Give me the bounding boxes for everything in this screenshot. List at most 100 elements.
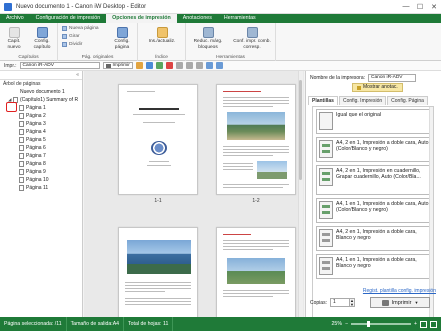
close-icon[interactable]: ✕ [427,0,441,14]
toolbar-print-button[interactable]: Imprimir [102,62,133,69]
split-button[interactable]: Dividir [62,42,82,47]
tab-annotations[interactable]: Anotaciones [177,14,218,23]
highlight-marker [6,102,17,112]
template-item[interactable]: A4, 1 en 1, Impresión a doble cara, Blan… [316,254,432,279]
copies-input[interactable]: 1 [329,298,350,307]
tab-print-config[interactable]: Config. Impresión [338,96,387,105]
zoom-slider-knob[interactable] [366,321,370,327]
page-thumbnail-1[interactable] [118,84,198,195]
undo-icon[interactable] [155,62,163,69]
page-icon [19,145,24,151]
tree-page[interactable]: Página 7 [0,152,82,160]
tree-document[interactable]: Nuevo documento 1 [0,88,82,96]
show-annotations-button[interactable]: Mostrar anotac. [352,83,403,92]
rotate-button[interactable]: Girar [62,34,80,39]
page-icon [19,161,24,167]
ribbon: Capít. nuevo Config. capítulo Capítulos … [0,23,441,61]
tree-page[interactable]: Página 11 [0,184,82,192]
ocean-photo [127,240,191,274]
status-selected-page: Página seleccionada: /11 [0,317,67,331]
fit-width-icon[interactable] [430,320,437,328]
mail-merge-button[interactable]: Conf. impr. comb. corresp. [230,27,274,50]
page-label-2: 1-2 [252,198,260,204]
page-icon [19,129,24,135]
status-output-size: Tamaño de salida:A4 [67,317,125,331]
preview-scroll-thumb[interactable] [299,80,302,180]
paste-icon[interactable] [195,62,203,69]
template-item[interactable]: A4, 1 en 1, Impresión a doble cara, Auto… [316,198,432,223]
view-icon[interactable] [205,62,213,69]
toolbar-printer-select[interactable]: Canon iR-ADV [19,62,100,69]
group-tools: Reduc. márg. bloqueos Conf. impr. comb. … [186,23,276,61]
printer-name-select[interactable]: Canon iR-ADV [368,74,417,82]
maximize-icon[interactable]: ☐ [413,0,427,14]
tab-print-settings[interactable]: Configuración de impresión [30,14,106,23]
rotate-icon [62,34,67,39]
insert-index-button[interactable]: Ins./actualiz. [144,27,180,45]
tree-page[interactable]: Página 2 [0,112,82,120]
tab-templates[interactable]: Plantillas [308,96,338,105]
chapter-settings-button[interactable]: Config. capítulo [28,27,56,50]
page-icon [19,169,24,175]
group-chapters: Capít. nuevo Config. capítulo Capítulos [0,23,58,61]
collapse-icon[interactable]: « [76,72,79,78]
printer-name-row: Nombre de la impresora: Canon iR-ADV [310,74,417,82]
template-icon [319,112,333,130]
tree-page[interactable]: Página 5 [0,136,82,144]
page-thumbnail-4[interactable] [216,227,296,317]
zoom-out-icon[interactable]: − [345,321,348,327]
copy-icon[interactable] [185,62,193,69]
index-icon [156,27,168,38]
minimize-icon[interactable]: — [399,0,413,14]
page-thumbnail-2[interactable] [216,84,296,195]
tree-page[interactable]: Página 4 [0,128,82,136]
page-settings-icon [116,27,128,38]
status-total-sheets: Total de hojas: 11 [124,317,174,331]
zoom-icon[interactable] [215,62,223,69]
new-chapter-button[interactable]: Capít. nuevo [3,27,25,50]
delete-icon[interactable] [165,62,173,69]
tree-page[interactable]: Página 3 [0,120,82,128]
page-icon [19,113,24,119]
new-page-button[interactable]: Nueva página [62,26,99,31]
zoom-slider[interactable] [350,321,411,327]
tree-page[interactable]: Página 8 [0,160,82,168]
landscape-photo [227,112,285,140]
tab-print-options[interactable]: Opciones de impresión [106,14,177,23]
small-photo [257,161,287,179]
page-settings-button[interactable]: Config. página [108,27,136,50]
zoom-level: 25% [331,321,342,327]
cut-icon[interactable] [175,62,183,69]
toolbar-printer-label: Impr.: [4,62,17,69]
new-page-icon [62,26,67,31]
print-button[interactable]: Imprimir ▼ [370,297,430,308]
tab-page-config[interactable]: Config. Página [387,96,428,105]
template-item[interactable]: A4, 2 en 1, Impresión a doble cara, Auto… [316,137,432,162]
register-template-link[interactable]: Regist. plantilla config. impresión [305,288,440,294]
tree-page[interactable]: Página 6 [0,144,82,152]
status-bar: Página seleccionada: /11 Tamaño de salid… [0,317,441,331]
chevron-down-icon[interactable]: ▼ [414,300,418,305]
save-icon[interactable] [145,62,153,69]
reduce-margins-button[interactable]: Reduc. márg. bloqueos [188,27,228,50]
printer-icon [381,299,389,306]
logo-image [151,141,167,155]
page-thumbnail-3[interactable] [118,227,198,317]
template-icon [319,140,333,158]
copies-stepper[interactable]: ▲ ▼ [349,298,355,307]
tree-page[interactable]: Página 9 [0,168,82,176]
template-item[interactable]: A4, 2 en 1, Impresión en cuadernillo, Gr… [316,165,432,195]
template-icon [319,201,333,219]
zoom-in-icon[interactable]: + [414,321,417,327]
tab-tools[interactable]: Herramientas [218,14,262,23]
printer-icon [105,63,111,68]
fit-page-icon[interactable] [420,320,427,328]
tab-file[interactable]: Archivo [0,14,30,23]
copies-label: Copias: [310,299,327,306]
template-item[interactable]: A4, 2 en 1, Impresión a doble cara, Blan… [316,226,432,251]
page-icon [19,121,24,127]
folder-icon[interactable] [135,62,143,69]
tree-page[interactable]: Página 10 [0,176,82,184]
tree-header: Árbol de páginas [3,81,41,87]
template-item[interactable]: Igual que el original [316,109,432,134]
